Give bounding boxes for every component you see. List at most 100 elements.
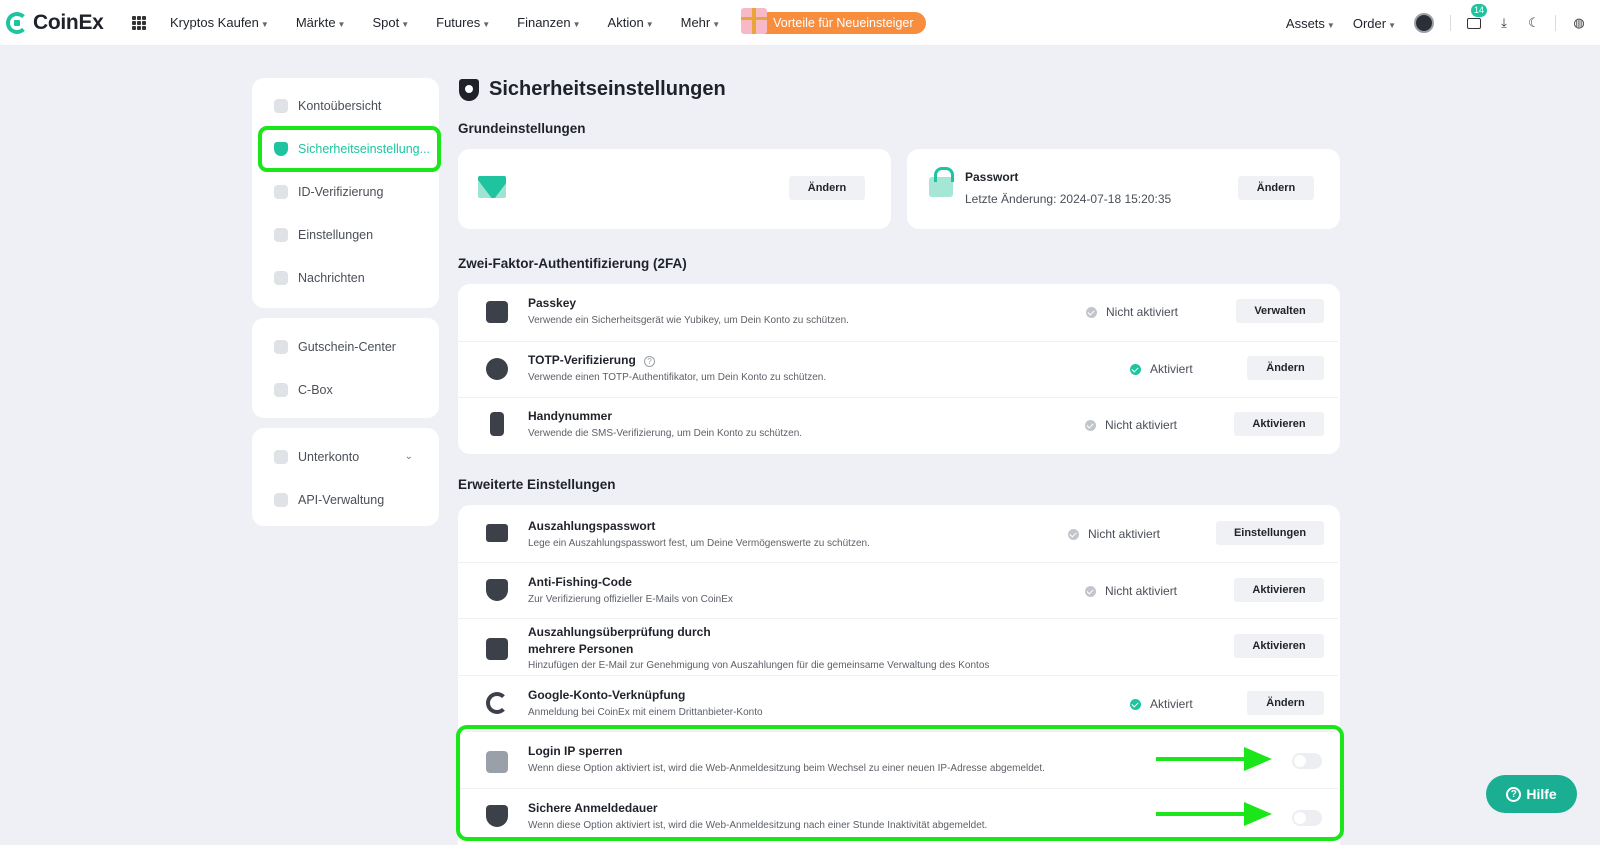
card-icon bbox=[486, 524, 508, 542]
sidebar-item-unterkonto[interactable]: Unterkonto ⌄ bbox=[252, 435, 439, 478]
chevron-down-icon: ▼ bbox=[1388, 20, 1396, 30]
row-title: Auszahlungsüberprüfung durch mehrere Pers… bbox=[528, 625, 711, 656]
nav-finanzen[interactable]: Finanzen ▼ bbox=[517, 15, 580, 30]
list-item-multi-approval: Auszahlungsüberprüfung durch mehrere Pers… bbox=[458, 618, 1338, 675]
arrow-annotation-icon bbox=[1156, 747, 1272, 771]
lock-icon bbox=[929, 167, 954, 197]
status-badge: Aktiviert bbox=[1130, 697, 1193, 711]
totp-lock-icon bbox=[486, 358, 508, 380]
row-title: Auszahlungspasswort bbox=[528, 519, 656, 533]
promo-label: Vorteile für Neueinsteiger bbox=[773, 15, 914, 30]
info-icon[interactable]: ? bbox=[644, 356, 656, 367]
chevron-down-icon: ⌄ bbox=[404, 451, 413, 462]
sidebar-item-einstellungen[interactable]: Einstellungen bbox=[252, 213, 439, 256]
google-icon bbox=[486, 692, 508, 714]
phone-activate-button[interactable]: Aktivieren bbox=[1234, 412, 1324, 436]
multi-approval-activate-button[interactable]: Aktivieren bbox=[1234, 634, 1324, 658]
chevron-down-icon: ▼ bbox=[712, 20, 721, 29]
nav-mehr[interactable]: Mehr ▼ bbox=[681, 15, 721, 30]
change-email-button[interactable]: Ändern bbox=[789, 176, 865, 200]
nav-aktion[interactable]: Aktion ▼ bbox=[608, 15, 654, 30]
row-description: Verwende einen TOTP-Authentifikator, um … bbox=[528, 372, 827, 383]
dark-mode-icon[interactable]: ☾ bbox=[1525, 14, 1543, 32]
chevron-down-icon: ▼ bbox=[260, 20, 269, 29]
withdrawal-password-settings-button[interactable]: Einstellungen bbox=[1216, 521, 1324, 545]
top-navbar: CoinEx Kryptos Kaufen ▼ Märkte ▼ Spot ▼ Fut… bbox=[0, 0, 1600, 46]
sidebar-group-account: Kontoübersicht Sicherheitseinstellung...… bbox=[252, 78, 439, 308]
status-badge: Nicht aktiviert bbox=[1068, 527, 1160, 541]
totp-change-button[interactable]: Ändern bbox=[1247, 356, 1324, 380]
row-description: Hinzufügen der E-Mail zur Genehmigung vo… bbox=[528, 660, 990, 671]
row-description: Verwende die SMS-Verifizierung, um Dein … bbox=[528, 428, 803, 439]
nav-kryptos-kaufen[interactable]: Kryptos Kaufen ▼ bbox=[170, 15, 269, 30]
list-item-anti-fishing: Anti-Fishing-Code Zur Verifizierung offi… bbox=[458, 562, 1338, 618]
coupon-icon bbox=[274, 339, 288, 354]
logo-text: CoinEx bbox=[33, 10, 104, 34]
promo-banner-button[interactable]: Vorteile für Neueinsteiger bbox=[741, 7, 926, 34]
apps-grid-icon[interactable] bbox=[132, 15, 146, 30]
sidebar-item-id-verifizierung[interactable]: ID-Verifizierung bbox=[252, 170, 439, 213]
download-icon[interactable]: ⤓ bbox=[1495, 14, 1513, 32]
coinex-logo-icon bbox=[6, 11, 28, 34]
user-avatar[interactable] bbox=[1414, 13, 1434, 33]
gift-box-icon bbox=[274, 382, 288, 397]
sidebar-item-gutschein-center[interactable]: Gutschein-Center bbox=[252, 325, 439, 368]
row-description: Anmeldung bei CoinEx mit einem Drittanbi… bbox=[528, 707, 763, 718]
page-header: Sicherheitseinstellungen bbox=[459, 78, 726, 101]
sidebar-item-kontouebersicht[interactable]: Kontoübersicht bbox=[252, 84, 439, 127]
messages-button[interactable]: 14 bbox=[1465, 4, 1488, 32]
status-badge: Aktiviert bbox=[1130, 362, 1193, 376]
highlight-annotation-sidebar bbox=[258, 126, 441, 172]
nav-futures[interactable]: Futures ▼ bbox=[436, 15, 490, 30]
divider bbox=[1450, 15, 1451, 31]
message-count-badge: 14 bbox=[1471, 4, 1488, 17]
chevron-down-icon: ▼ bbox=[1326, 20, 1335, 30]
message-icon bbox=[1467, 17, 1481, 29]
change-password-button[interactable]: Ändern bbox=[1238, 176, 1314, 200]
email-card: Ändern bbox=[458, 149, 891, 229]
id-badge-icon bbox=[274, 184, 288, 199]
nav-order[interactable]: Order ▼ bbox=[1353, 16, 1396, 31]
section-title-basic: Grundeinstellungen bbox=[458, 121, 586, 136]
arrow-annotation-icon bbox=[1156, 802, 1272, 826]
row-title: TOTP-Verifizierung ? bbox=[528, 352, 656, 369]
section-title-2fa: Zwei-Faktor-Authentifizierung (2FA) bbox=[458, 256, 687, 271]
list-item-phone: Handynummer Verwende die SMS-Verifizieru… bbox=[458, 397, 1338, 454]
sidebar-group-rewards: Gutschein-Center C-Box bbox=[252, 318, 439, 418]
row-description: Zur Verifizierung offizieller E-Mails vo… bbox=[528, 594, 733, 605]
list-item-totp: TOTP-Verifizierung ? Verwende einen TOTP… bbox=[458, 341, 1338, 397]
sidebar-item-nachrichten[interactable]: Nachrichten bbox=[252, 256, 439, 299]
password-last-changed: Letzte Änderung: 2024-07-18 15:20:35 bbox=[965, 192, 1172, 206]
nav-spot[interactable]: Spot ▼ bbox=[372, 15, 409, 30]
status-badge: Nicht aktiviert bbox=[1085, 584, 1177, 598]
google-link-change-button[interactable]: Ändern bbox=[1247, 691, 1324, 715]
row-description: Verwende ein Sicherheitsgerät wie Yubike… bbox=[528, 315, 849, 326]
divider bbox=[1555, 15, 1556, 31]
gear-icon bbox=[274, 227, 288, 242]
chevron-down-icon: ▼ bbox=[572, 20, 581, 29]
nav-maerkte[interactable]: Märkte ▼ bbox=[296, 15, 346, 30]
coinex-logo[interactable]: CoinEx bbox=[6, 11, 110, 35]
chevron-down-icon: ▼ bbox=[337, 20, 346, 29]
passkey-manage-button[interactable]: Verwalten bbox=[1236, 299, 1324, 323]
anti-fishing-activate-button[interactable]: Aktivieren bbox=[1234, 578, 1324, 602]
list-item-google-link: Google-Konto-Verknüpfung Anmeldung bei C… bbox=[458, 675, 1338, 731]
status-off-icon bbox=[1068, 528, 1079, 540]
twofa-card: Passkey Verwende ein Sicherheitsgerät wi… bbox=[458, 284, 1340, 454]
language-globe-icon[interactable]: ◍ bbox=[1570, 14, 1588, 32]
nav-assets[interactable]: Assets ▼ bbox=[1286, 16, 1335, 31]
status-on-icon bbox=[1130, 363, 1141, 375]
shield-icon bbox=[486, 579, 508, 601]
passkey-lock-icon bbox=[486, 301, 508, 323]
sub-account-icon bbox=[274, 449, 288, 464]
list-item-withdrawal-password: Auszahlungspasswort Lege ein Auszahlungs… bbox=[458, 505, 1338, 562]
status-on-icon bbox=[1130, 698, 1141, 710]
list-item-passkey: Passkey Verwende ein Sicherheitsgerät wi… bbox=[458, 284, 1338, 341]
sidebar-item-c-box[interactable]: C-Box bbox=[252, 368, 439, 411]
mail-icon bbox=[478, 176, 506, 198]
sidebar-item-api-verwaltung[interactable]: API-Verwaltung bbox=[252, 478, 439, 521]
api-icon bbox=[274, 492, 288, 507]
help-button[interactable]: ? Hilfe bbox=[1486, 775, 1577, 813]
row-title: Anti-Fishing-Code bbox=[528, 575, 632, 589]
gift-icon bbox=[741, 7, 768, 34]
